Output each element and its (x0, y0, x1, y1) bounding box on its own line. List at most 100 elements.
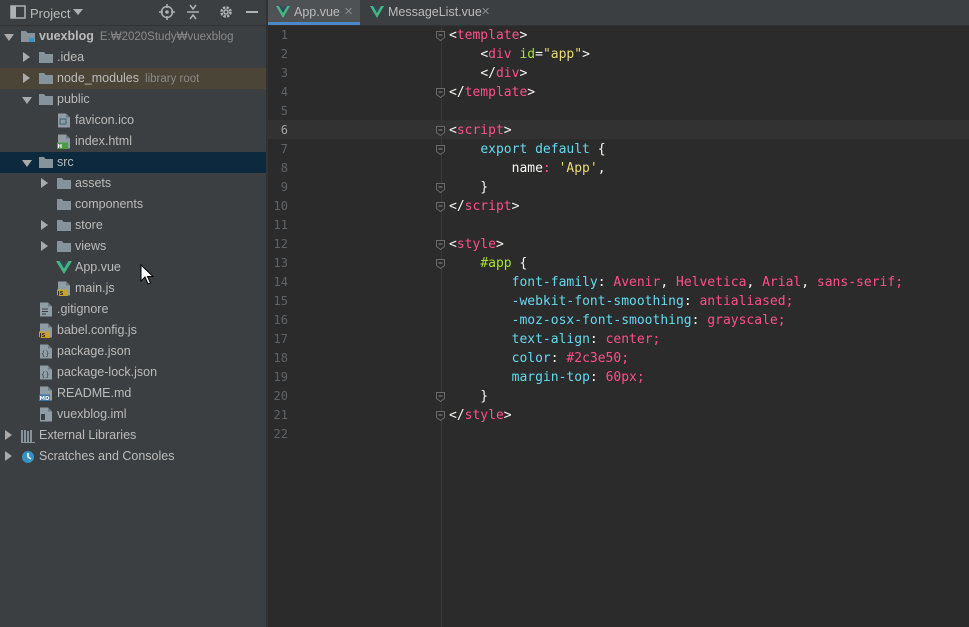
fold-marker-icon[interactable] (436, 259, 445, 269)
code-token: < (449, 237, 457, 252)
expand-arrow-right-icon[interactable] (23, 73, 30, 83)
code-token: > (582, 47, 590, 62)
tree-item-package-json[interactable]: {} package.json (0, 341, 266, 362)
fold-marker-icon[interactable] (436, 126, 445, 136)
tree-item-babel-config-js[interactable]: JS babel.config.js (0, 320, 266, 341)
code-token: > (519, 66, 528, 81)
tree-item-src[interactable]: src (0, 152, 266, 173)
code-token: , (801, 275, 817, 290)
code-line[interactable]: <template> (449, 26, 527, 45)
fold-marker-icon[interactable] (436, 183, 445, 193)
code-token: > (527, 85, 536, 100)
line-number: 9 (280, 180, 288, 194)
svg-text:{}: {} (41, 350, 49, 358)
code-line[interactable]: </script> (449, 197, 519, 216)
line-number: 22 (273, 427, 288, 441)
tree-item-app-vue[interactable]: App.vue (0, 257, 266, 278)
folder-icon (39, 157, 53, 168)
tree-item-assets[interactable]: assets (0, 173, 266, 194)
code-token: #2c3e50 (566, 351, 622, 366)
code-line[interactable]: <style> (449, 235, 504, 254)
fold-marker-icon[interactable] (436, 240, 445, 250)
code-token: < (449, 28, 457, 43)
code-line[interactable]: } (449, 178, 488, 197)
vue-file-icon (56, 261, 72, 274)
code-line[interactable]: } (449, 387, 488, 406)
close-icon[interactable]: ✕ (344, 0, 353, 25)
folder-icon (39, 73, 53, 84)
js-file-icon: JS (39, 323, 52, 338)
code-line[interactable]: name: 'App', (449, 159, 606, 178)
fold-marker-icon[interactable] (436, 88, 445, 98)
tree-item-favicon-ico[interactable]: favicon.ico (0, 110, 266, 131)
expand-arrow-right-icon[interactable] (41, 241, 48, 251)
collapse-all-icon[interactable] (185, 4, 201, 20)
fold-marker-icon[interactable] (436, 411, 445, 421)
code-token: : (589, 332, 606, 347)
locate-file-icon[interactable] (159, 4, 175, 20)
expand-arrow-right-icon[interactable] (5, 451, 12, 461)
code-line[interactable]: -moz-osx-font-smoothing: grayscale; (449, 311, 786, 330)
tree-item-node-modules[interactable]: node_modules library root (0, 68, 266, 89)
tree-item-components[interactable]: components (0, 194, 266, 215)
code-line[interactable]: font-family: Avenir, Helvetica, Arial, s… (449, 273, 903, 292)
code-line[interactable]: text-align: center; (449, 330, 661, 349)
fold-marker-icon[interactable] (436, 31, 445, 41)
expand-arrow-right-icon[interactable] (5, 430, 12, 440)
tree-item-label: public (57, 89, 90, 110)
tree-item-label: External Libraries (39, 425, 136, 446)
code-line[interactable]: export default { (449, 140, 605, 159)
json-file-icon: {} (40, 365, 52, 380)
tree-item-public[interactable]: public (0, 89, 266, 110)
tree-item-idea[interactable]: .idea (0, 47, 266, 68)
code-line[interactable]: <div id="app"> (449, 45, 590, 64)
code-line[interactable]: margin-top: 60px; (449, 368, 645, 387)
tree-item-name: vuexblog.iml (57, 407, 127, 421)
chevron-down-icon[interactable] (73, 8, 83, 16)
svg-text:JS: JS (39, 333, 46, 338)
expand-arrow-right-icon[interactable] (23, 52, 30, 62)
expand-arrow-down-icon[interactable] (22, 97, 32, 104)
code-token: template (456, 28, 520, 43)
vue-logo-icon (370, 6, 384, 18)
code-token: : (597, 275, 614, 290)
expand-arrow-down-icon[interactable] (22, 160, 32, 167)
expand-arrow-down-icon[interactable] (4, 34, 14, 41)
tree-item-vuexblog[interactable]: vuexblog E:₩2020Study₩vuexblog (0, 26, 266, 47)
tree-item-main-js[interactable]: JS main.js (0, 278, 266, 299)
close-icon[interactable]: ✕ (481, 0, 490, 25)
tree-item-scratches-and-consoles[interactable]: Scratches and Consoles (0, 446, 266, 467)
code-line[interactable]: <script> (449, 121, 512, 140)
fold-marker-icon[interactable] (436, 392, 445, 402)
tree-item-external-libraries[interactable]: External Libraries (0, 425, 266, 446)
expand-arrow-right-icon[interactable] (41, 178, 48, 188)
project-view-title[interactable]: Project (30, 6, 70, 21)
fold-marker-icon[interactable] (436, 145, 445, 155)
tree-item-label: package-lock.json (57, 362, 157, 383)
tree-item-index-html[interactable]: Hindex.html (0, 131, 266, 152)
tree-item-store[interactable]: store (0, 215, 266, 236)
tree-item-readme-md[interactable]: MD README.md (0, 383, 266, 404)
code-token: antialiased (699, 294, 786, 309)
tree-item-package-lock-json[interactable]: {} package-lock.json (0, 362, 266, 383)
tab-app-vue[interactable]: App.vue ✕ (268, 0, 360, 25)
project-window-icon[interactable] (10, 4, 26, 20)
expand-arrow-right-icon[interactable] (41, 220, 48, 230)
code-line[interactable]: -webkit-font-smoothing: antialiased; (449, 292, 794, 311)
code-token: < (449, 123, 457, 138)
code-line[interactable]: </template> (449, 83, 535, 102)
code-token: Arial (762, 275, 802, 290)
code-line[interactable]: </div> (449, 64, 527, 83)
gear-icon[interactable] (218, 4, 234, 20)
hide-panel-icon[interactable] (244, 4, 260, 20)
code-line[interactable]: #app { (449, 254, 527, 273)
tab-messagelist-vue[interactable]: MessageList.vue ✕ (362, 0, 500, 25)
code-line[interactable]: </style> (449, 406, 512, 425)
code-token: -moz-osx-font-smoothing (511, 313, 692, 328)
fold-marker-icon[interactable] (436, 202, 445, 212)
code-line[interactable]: color: #2c3e50; (449, 349, 629, 368)
tree-item-views[interactable]: views (0, 236, 266, 257)
tree-item-vuexblog-iml[interactable]: vuexblog.iml (0, 404, 266, 425)
tree-item-gitignore[interactable]: .gitignore (0, 299, 266, 320)
